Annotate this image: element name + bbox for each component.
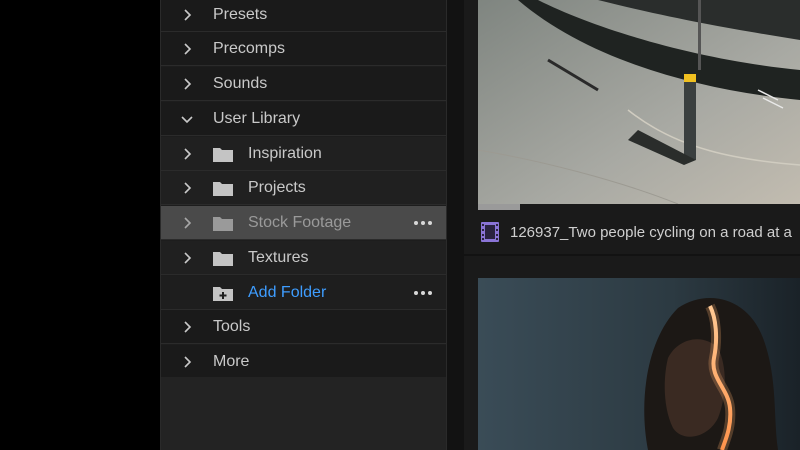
folder-item-label: Textures (248, 249, 309, 266)
clip-title: 126937_Two people cycling on a road at a (510, 223, 792, 241)
folder-item-inspiration[interactable]: Inspiration (161, 137, 447, 171)
library-item-label: User Library (213, 110, 301, 127)
scrub-progress (478, 204, 520, 210)
library-item-precomps[interactable]: Precomps (161, 32, 447, 66)
folder-icon (213, 215, 233, 231)
more-options-icon[interactable] (413, 214, 433, 232)
chevron-down-icon[interactable] (179, 102, 195, 136)
library-item-label: Tools (213, 318, 251, 335)
chevron-right-icon[interactable] (179, 241, 195, 275)
folder-item-textures[interactable]: Textures (161, 241, 447, 275)
folder-item-label: Projects (248, 179, 306, 196)
panel-divider[interactable] (446, 0, 464, 450)
library-item-label: Sounds (213, 75, 268, 92)
library-item-label: Presets (213, 6, 268, 23)
chevron-right-icon[interactable] (179, 32, 195, 66)
media-browser: 126937_Two people cycling on a road at a (464, 0, 800, 450)
clip-info-row[interactable]: 126937_Two people cycling on a road at a (478, 216, 800, 248)
chevron-right-icon[interactable] (179, 206, 195, 240)
folder-icon (213, 250, 233, 266)
library-item-tools[interactable]: Tools (161, 310, 447, 344)
chevron-right-icon[interactable] (179, 345, 195, 379)
panel-empty-area (161, 377, 447, 450)
clip-separator (464, 254, 800, 256)
library-panel: Presets Precomps Sounds User Library Ins… (160, 0, 447, 450)
library-item-more[interactable]: More (161, 345, 447, 379)
library-item-label: More (213, 353, 250, 370)
folder-add-icon (213, 285, 233, 301)
folder-icon (213, 180, 233, 196)
chevron-right-icon[interactable] (179, 171, 195, 205)
chevron-right-icon[interactable] (179, 67, 195, 101)
add-folder-button[interactable]: Add Folder (161, 276, 447, 310)
folder-item-label: Inspiration (248, 145, 322, 162)
more-options-icon[interactable] (413, 284, 433, 302)
chevron-right-icon[interactable] (179, 137, 195, 171)
library-item-user-library[interactable]: User Library (161, 102, 447, 136)
folder-item-stock-footage[interactable]: Stock Footage (161, 206, 447, 240)
library-item-label: Precomps (213, 40, 286, 57)
folder-item-label: Stock Footage (248, 214, 352, 231)
left-empty-area (0, 0, 160, 450)
chevron-right-icon[interactable] (179, 0, 195, 32)
library-item-sounds[interactable]: Sounds (161, 67, 447, 101)
clip-thumbnail-portrait[interactable] (478, 278, 800, 450)
chevron-right-icon[interactable] (179, 310, 195, 344)
clip-thumbnail-cycling[interactable] (478, 0, 800, 204)
film-clip-icon (480, 221, 500, 243)
folder-item-projects[interactable]: Projects (161, 171, 447, 205)
clip-scrub-bar[interactable] (478, 204, 800, 210)
add-folder-label: Add Folder (248, 284, 327, 301)
library-item-presets[interactable]: Presets (161, 0, 447, 32)
folder-icon (213, 146, 233, 162)
